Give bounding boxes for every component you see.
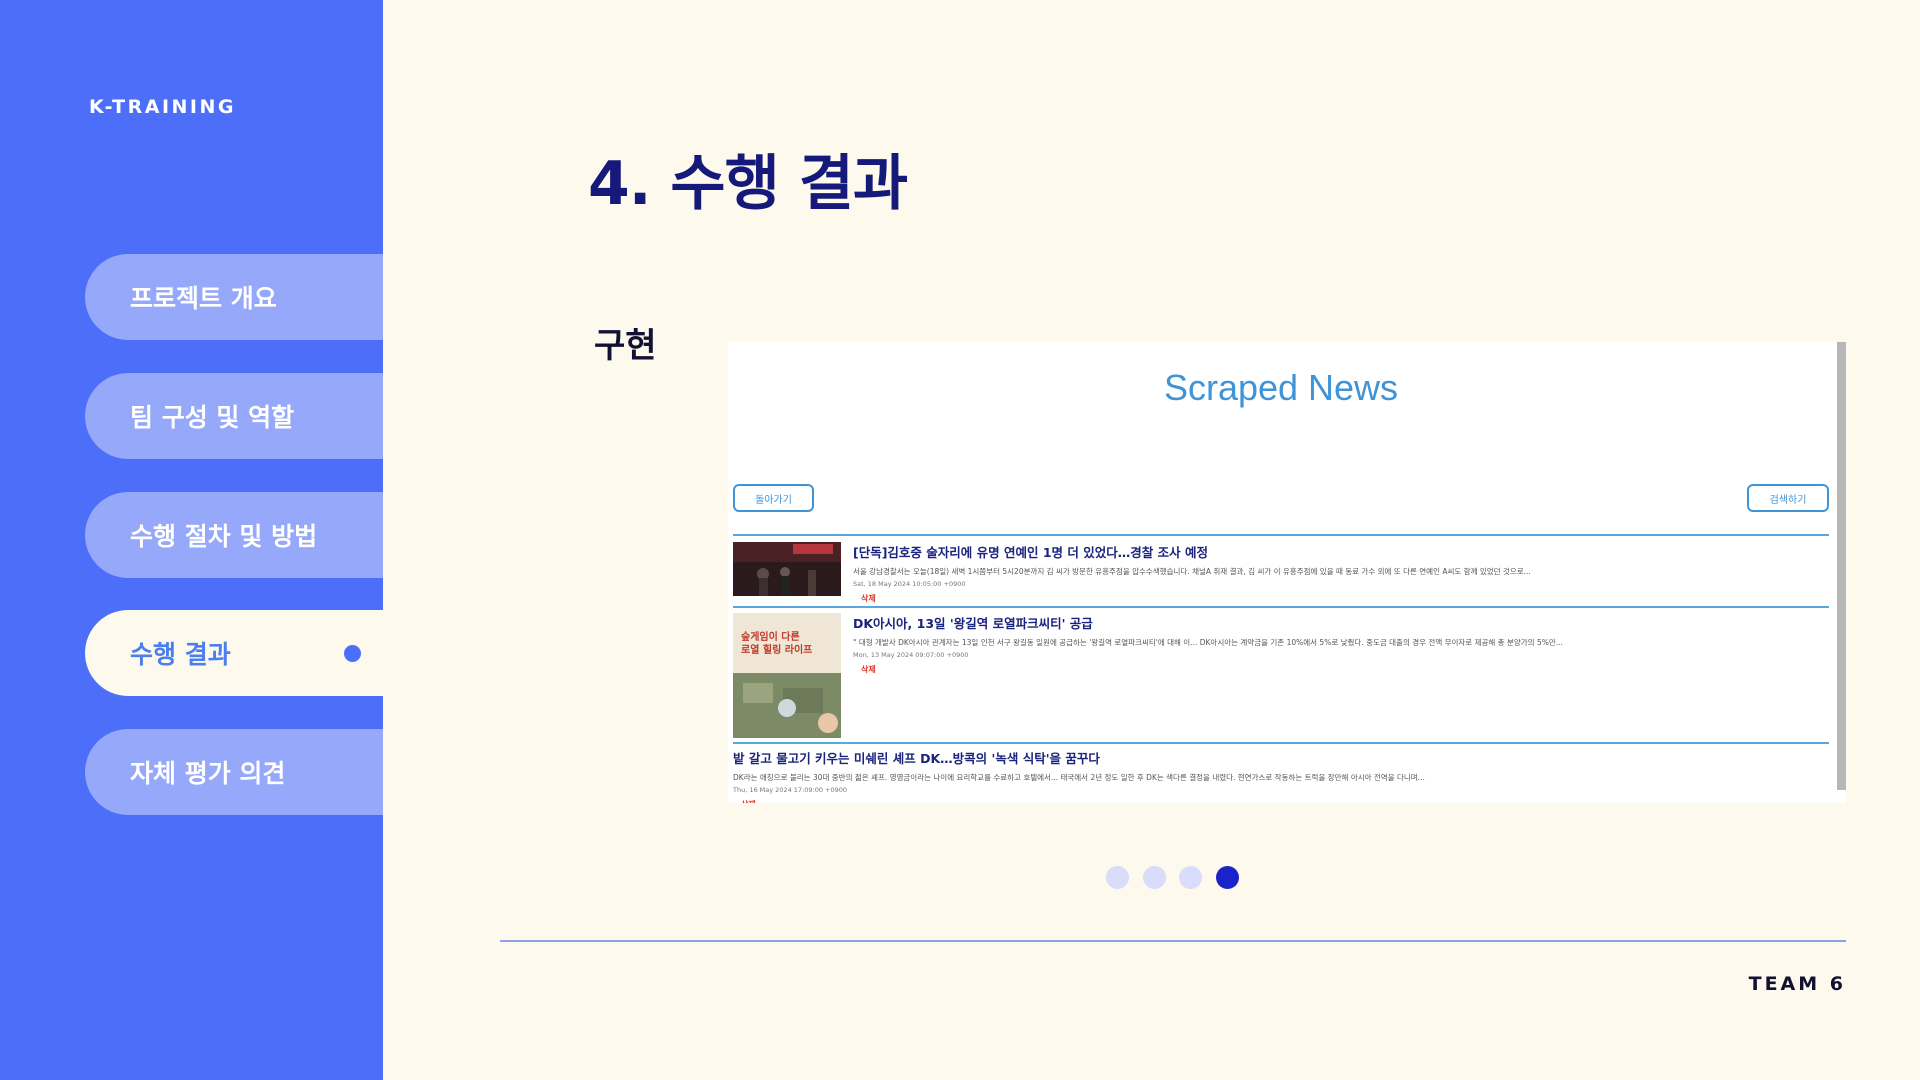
nav-item-team[interactable]: 팀 구성 및 역할 [85, 373, 383, 459]
news-item: 밭 갈고 물고기 키우는 미쉐린 셰프 DK…방콕의 '녹색 식탁'을 꿈꾸다 … [733, 748, 1834, 803]
divider [733, 606, 1829, 608]
nav-item-results[interactable]: 수행 결과 [85, 610, 383, 696]
pagination-dot-1[interactable] [1106, 866, 1129, 889]
delete-link: 삭제 [861, 665, 876, 674]
sidebar: K-TRAINING 프로젝트 개요 팀 구성 및 역할 수행 절차 및 방법 … [0, 0, 383, 1080]
nav-item-procedure[interactable]: 수행 절차 및 방법 [85, 492, 383, 578]
news-description: DK라는 애칭으로 불리는 30대 중반의 젊은 셰프. 영영금이라는 나이에 … [733, 773, 1425, 782]
screenshot-title: Scraped News [1163, 367, 1399, 408]
nav-item-label: 팀 구성 및 역할 [130, 403, 295, 432]
page-title: 4. 수행 결과 [588, 149, 908, 219]
nav-item-self-evaluation[interactable]: 자체 평가 의견 [85, 729, 383, 815]
pagination-dot-3[interactable] [1179, 866, 1202, 889]
team-label: TEAM 6 [1748, 973, 1846, 995]
news-thumbnail-image: 숲게임이 다른 로열 힐링 라이프 [733, 613, 841, 738]
nav-item-label: 자체 평가 의견 [130, 759, 286, 788]
news-date: Thu, 16 May 2024 17:09:00 +0900 [733, 786, 848, 794]
nav-item-label: 수행 결과 [130, 640, 231, 669]
news-description: 서울 강남경찰서는 오늘(18일) 새벽 1시쯤부터 5시20분까지 김 씨가 … [853, 567, 1531, 576]
section-label: 구현 [594, 326, 657, 366]
news-title: [단독]김호중 술자리에 유명 연예인 1명 더 있었다…경찰 조사 예정 [853, 545, 1208, 560]
nav-item-overview[interactable]: 프로젝트 개요 [85, 254, 383, 340]
footer-divider [500, 940, 1846, 942]
pagination-dot-4-active[interactable] [1216, 866, 1239, 889]
screenshot-scrollbar [1837, 342, 1846, 790]
nav-item-label: 프로젝트 개요 [130, 284, 277, 313]
thumbnail-text: 로열 힐링 라이프 [741, 645, 813, 656]
news-description: " 대형 개발사 DK아시아 관계자는 13일 인천 서구 왕길동 일원에 공급… [853, 638, 1563, 647]
news-title: 밭 갈고 물고기 키우는 미쉐린 셰프 DK…방콕의 '녹색 식탁'을 꿈꾸다 [733, 751, 1100, 766]
news-date: Mon, 13 May 2024 09:07:00 +0900 [853, 651, 969, 659]
news-item: 숲게임이 다른 로열 힐링 라이프 DK아시아, 13일 '왕길역 로열파크씨티… [733, 613, 1834, 738]
nav-item-label: 수행 절차 및 방법 [130, 522, 318, 551]
back-button: 돌아가기 [733, 484, 814, 512]
implementation-screenshot: Scraped News 돌아가기 검색하기 [단독]김호중 술자리에 유명 연… [728, 342, 1846, 803]
search-button: 검색하기 [1747, 484, 1829, 512]
news-title: DK아시아, 13일 '왕길역 로열파크씨티' 공급 [853, 616, 1093, 631]
delete-link: 삭제 [741, 799, 1834, 803]
pagination-dot-2[interactable] [1143, 866, 1166, 889]
news-thumbnail-image [733, 542, 841, 596]
divider [733, 534, 1829, 536]
news-item: [단독]김호중 술자리에 유명 연예인 1명 더 있었다…경찰 조사 예정 서울… [733, 542, 1834, 603]
delete-link: 삭제 [861, 594, 876, 603]
thumbnail-text: 숲게임이 다른 [741, 632, 800, 643]
divider [733, 742, 1829, 744]
active-indicator-dot [344, 645, 361, 662]
brand-label: K-TRAINING [89, 96, 236, 118]
news-date: Sat, 18 May 2024 10:05:00 +0900 [853, 580, 966, 588]
